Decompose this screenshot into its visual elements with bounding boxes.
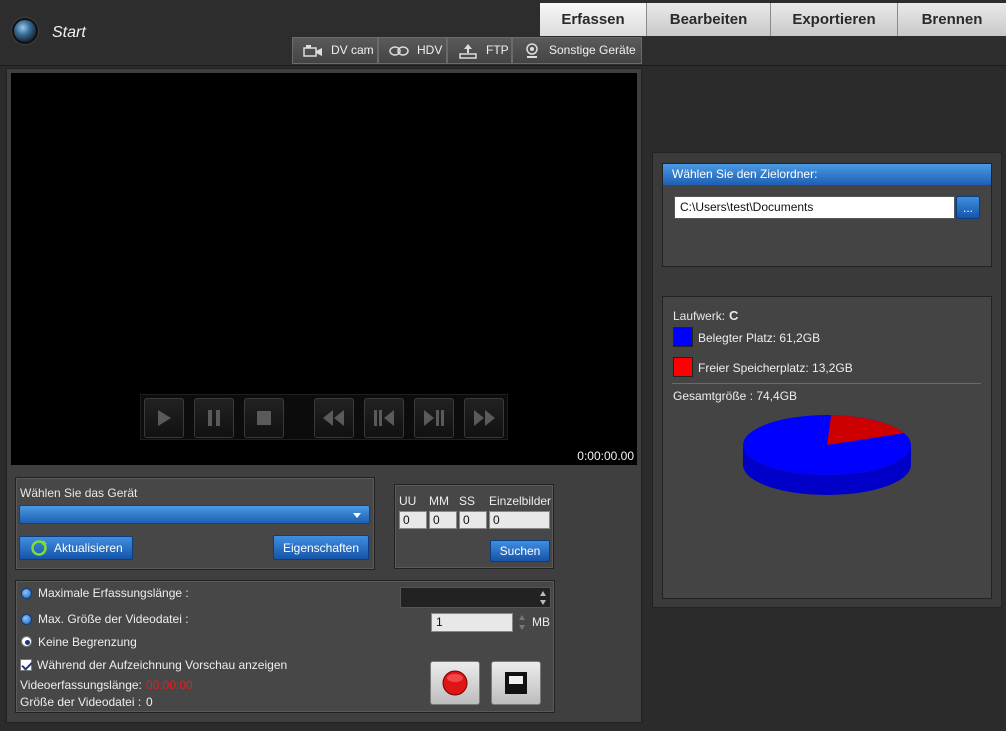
tab-bearbeiten[interactable]: Bearbeiten [647,3,771,36]
pause-icon [208,410,220,426]
max-length-label: Maximale Erfassungslänge : [38,586,189,600]
rewind-icon [323,410,344,426]
stop-recording-button[interactable] [491,661,541,705]
start-title[interactable]: Start [52,24,86,42]
stop-icon [257,411,271,425]
subtab-dv-cam[interactable]: DV cam [292,37,378,64]
stop-recording-icon [505,672,527,694]
browse-button[interactable]: ... [956,196,980,219]
mm-input[interactable]: 0 [429,511,457,529]
stop-button[interactable] [244,398,284,438]
rewind-button[interactable] [314,398,354,438]
webcam-icon [526,42,538,58]
max-size-input[interactable]: 1 [431,613,513,632]
step-back-button[interactable] [364,398,404,438]
step-back-icon [374,410,394,426]
step-forward-icon [424,410,444,426]
fast-forward-icon [474,410,495,426]
radio-max-size[interactable] [21,614,32,625]
used-space-swatch [673,327,693,347]
free-space-label: Freier Speicherplatz: 13,2GB [698,361,853,375]
record-button[interactable] [430,661,480,705]
playback-timecode: 0:00:00.00 [577,449,634,463]
play-button[interactable] [144,398,184,438]
uu-input[interactable]: 0 [399,511,427,529]
fast-forward-button[interactable] [464,398,504,438]
target-folder-header: Wählen Sie den Zielordner: [663,164,991,185]
subtab-ftp[interactable]: FTP [447,37,512,64]
spinner-icon[interactable] [539,590,547,606]
total-size-label: Gesamtgröße : 74,4GB [673,389,798,403]
target-path-input[interactable]: C:\Users\test\Documents [674,196,955,219]
frames-label: Einzelbilder [489,494,552,508]
uu-label: UU [399,494,417,508]
tab-exportieren[interactable]: Exportieren [771,3,898,36]
ss-label: SS [459,494,476,508]
mm-label: MM [429,494,449,508]
properties-button[interactable]: Eigenschaften [273,535,369,560]
disk-usage-pie-chart [743,415,911,495]
drive-label: Laufwerk: C [673,308,738,323]
drive-letter: C [729,308,739,323]
size-unit: MB [532,615,550,629]
camcorder-icon [303,44,322,57]
subtab-sonstige-label: Sonstige Geräte [549,43,636,57]
preview-checkbox[interactable] [20,659,32,671]
capture-length-label: Videoerfassungslänge: [20,678,142,692]
radio-no-limit[interactable] [21,636,32,647]
refresh-label: Aktualisieren [54,541,123,555]
search-button[interactable]: Suchen [490,540,550,562]
ftp-upload-icon [459,43,477,59]
pause-button[interactable] [194,398,234,438]
subtab-ftp-label: FTP [486,43,509,57]
max-length-input[interactable] [400,587,551,608]
tab-brennen[interactable]: Brennen [898,3,1006,36]
device-label: Wählen Sie das Gerät [20,486,138,500]
max-size-label: Max. Größe der Videodatei : [38,612,189,626]
record-icon [442,670,468,696]
subtab-dv-cam-label: DV cam [331,43,374,57]
used-space-label: Belegter Platz: 61,2GB [698,331,821,345]
size-spinner-icon[interactable] [518,614,526,631]
free-space-swatch [673,357,693,377]
refresh-icon [31,540,47,556]
file-size-readout: 0 [146,695,153,709]
start-logo-icon[interactable] [12,18,38,44]
frames-input[interactable]: 0 [489,511,550,529]
subtab-sonstige-geraete[interactable]: Sonstige Geräte [512,37,642,64]
file-size-label: Größe der Videodatei : [20,695,142,709]
tab-erfassen[interactable]: Erfassen [540,3,647,36]
subtab-hdv-label: HDV [417,43,443,57]
device-dropdown[interactable] [19,505,370,524]
preview-label: Während der Aufzeichnung Vorschau anzeig… [37,658,288,672]
no-limit-label: Keine Begrenzung [38,635,137,649]
hdv-camera-icon [389,45,409,56]
subtab-hdv[interactable]: HDV [378,37,447,64]
radio-max-length[interactable] [21,588,32,599]
ss-input[interactable]: 0 [459,511,487,529]
drive-label-text: Laufwerk: [673,309,726,323]
chevron-down-icon [353,513,361,518]
play-icon [158,410,171,426]
refresh-button[interactable]: Aktualisieren [19,536,133,560]
divider [672,383,981,384]
step-forward-button[interactable] [414,398,454,438]
capture-length-readout: 00:00:00 [146,678,193,692]
